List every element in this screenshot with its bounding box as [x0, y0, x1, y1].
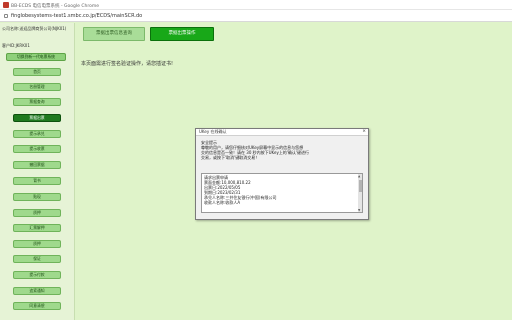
sidebar-item-roster[interactable]: 名册管理	[13, 83, 61, 91]
transaction-detail-box[interactable]: 请求出票申请 票面金额:10,000,810.22 出票日:2022/05/05…	[201, 173, 363, 213]
sidebar-item-recourse[interactable]: 追索通知	[13, 287, 61, 295]
sidebar-item-guarantee[interactable]: 保证	[13, 255, 61, 263]
browser-title-bar: BB-ECDS 电信电票系统 - Google Chrome	[0, 0, 512, 10]
lock-icon	[4, 13, 8, 18]
security-hint: 安全提示 尊敬的用户，请您仔细核对UKey屏幕中显示的信息与您想 交的信息是否一…	[201, 140, 365, 160]
sidebar-item-home[interactable]: 首页	[13, 68, 61, 76]
sidebar: 公司名称:送迎品牌商贸公司(NJK01) 客户ID:JKRK01 切换到新一代电…	[0, 23, 75, 320]
issue-operation-button[interactable]: 票据出票操作	[150, 27, 214, 41]
sidebar-item-endorse[interactable]: 背书	[13, 177, 61, 185]
hint-line: 交易，或按下'取消'键取消交易！	[201, 155, 260, 160]
scroll-up-icon[interactable]: ▲	[358, 174, 360, 178]
sidebar-item-query[interactable]: 票据查询	[13, 98, 61, 106]
sidebar-item-withdraw[interactable]: 撤回票据	[13, 161, 61, 169]
sidebar-item-receive-request[interactable]: 提示收票	[13, 145, 61, 153]
sidebar-item-accept-request[interactable]: 提示承兑	[13, 130, 61, 138]
issue-info-query-button[interactable]: 票据出票信息查询	[83, 27, 145, 41]
sidebar-item-settlement[interactable]: 同意清偿	[13, 302, 61, 310]
sidebar-item-discount[interactable]: 贴现	[13, 193, 61, 201]
app-logo-icon	[3, 2, 9, 8]
sidebar-item-payment-request[interactable]: 提示付款	[13, 271, 61, 279]
signature-notice: 本页面需进行签名验证操作，请您插证书!	[81, 61, 174, 67]
customer-id: 客户ID:JKRK01	[2, 43, 30, 48]
sidebar-item-pledge[interactable]: 质押	[13, 209, 61, 217]
ukey-confirm-dialog: UKey 在线确认 × 安全提示 尊敬的用户，请您仔细核对UKey屏幕中显示的信…	[195, 128, 369, 220]
scroll-down-icon[interactable]: ▼	[358, 208, 360, 212]
detail-line: 收款人名称:收款人A	[204, 200, 241, 205]
detail-scrollbar[interactable]: ▲ ▼	[358, 174, 362, 212]
close-icon[interactable]: ×	[362, 129, 366, 135]
sidebar-item-pledge-2[interactable]: 质押	[13, 240, 61, 248]
sidebar-item-issue[interactable]: 票据出票	[13, 114, 61, 122]
dialog-title: UKey 在线确认	[196, 129, 368, 136]
address-bar[interactable]: finglobesystems-test1.smbc.co.jp/ECDS/ma…	[0, 10, 512, 22]
switch-system-button[interactable]: 切换到新一代电票系统	[6, 53, 66, 61]
company-name: 公司名称:送迎品牌商贸公司(NJK01)	[2, 26, 67, 31]
url-text[interactable]: finglobesystems-test1.smbc.co.jp/ECDS/ma…	[11, 13, 142, 19]
sidebar-item-release-pledge[interactable]: 汇票解押	[13, 224, 61, 232]
window-title: BB-ECDS 电信电票系统 - Google Chrome	[11, 3, 99, 9]
scroll-thumb[interactable]	[358, 180, 362, 192]
